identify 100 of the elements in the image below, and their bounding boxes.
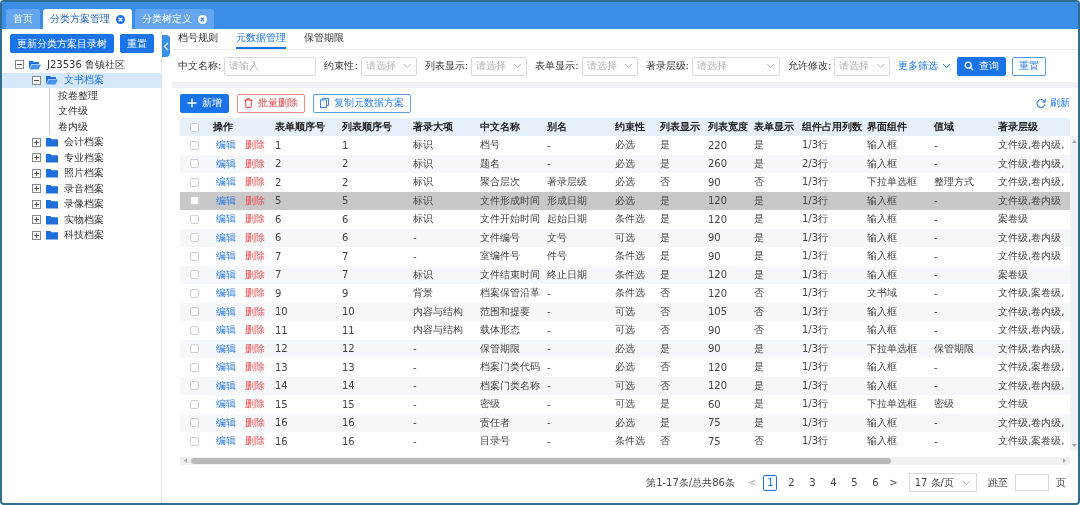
row-checkbox[interactable] xyxy=(190,251,199,261)
tree-item[interactable]: 卷内级 xyxy=(50,119,161,135)
row-checkbox[interactable] xyxy=(190,214,199,224)
collapse-icon[interactable] xyxy=(32,75,41,85)
expand-icon[interactable] xyxy=(32,215,41,225)
delete-link[interactable]: 删除 xyxy=(245,156,265,171)
update-tree-button[interactable]: 更新分类方案目录树 xyxy=(10,34,114,53)
delete-link[interactable]: 删除 xyxy=(245,138,265,153)
copy-scheme-button[interactable]: 复制元数据方案 xyxy=(313,93,411,113)
row-checkbox[interactable] xyxy=(190,233,199,243)
row-checkbox[interactable] xyxy=(190,381,199,391)
edit-link[interactable]: 编辑 xyxy=(216,286,236,301)
scroll-arrow-icon[interactable] xyxy=(1071,139,1077,144)
select-all-checkbox[interactable] xyxy=(190,122,199,132)
tree-item[interactable]: 录像档案 xyxy=(2,196,161,212)
expand-icon[interactable] xyxy=(32,137,41,147)
tree-item[interactable]: 专业档案 xyxy=(2,150,161,166)
edit-link[interactable]: 编辑 xyxy=(216,138,236,153)
row-checkbox[interactable] xyxy=(190,196,199,206)
row-checkbox[interactable] xyxy=(190,344,199,354)
edit-link[interactable]: 编辑 xyxy=(216,415,236,430)
page-button[interactable]: 1 xyxy=(763,474,778,491)
scroll-arrow-icon[interactable] xyxy=(183,458,188,463)
row-checkbox[interactable] xyxy=(190,177,199,187)
page-button[interactable]: 2 xyxy=(784,474,799,491)
row-checkbox[interactable] xyxy=(190,399,199,409)
delete-link[interactable]: 删除 xyxy=(245,341,265,356)
scroll-arrow-icon[interactable] xyxy=(1062,458,1067,463)
delete-link[interactable]: 删除 xyxy=(245,175,265,190)
row-checkbox[interactable] xyxy=(190,436,199,446)
page-button[interactable]: 3 xyxy=(805,474,820,491)
edit-link[interactable]: 编辑 xyxy=(216,156,236,171)
page-input-field[interactable] xyxy=(1015,474,1049,491)
tab[interactable]: 分类方案管理 xyxy=(43,9,132,29)
row-checkbox[interactable] xyxy=(190,288,199,298)
horizontal-scrollbar[interactable] xyxy=(180,456,1070,465)
delete-link[interactable]: 删除 xyxy=(245,397,265,412)
page-button[interactable]: 4 xyxy=(826,474,841,491)
edit-link[interactable]: 编辑 xyxy=(216,323,236,338)
tree-item[interactable]: 文件级 xyxy=(50,103,161,119)
tree-item[interactable]: 照片档案 xyxy=(2,165,161,181)
page-button[interactable]: 6 xyxy=(868,474,883,491)
query-button[interactable]: 查询 xyxy=(957,56,1007,76)
page-size-select[interactable]: 17 条/页 xyxy=(908,473,977,492)
tab[interactable]: 分类树定义 xyxy=(135,9,214,29)
tab[interactable]: 首页 xyxy=(6,9,40,29)
next-page-button[interactable]: > xyxy=(889,477,898,488)
edit-link[interactable]: 编辑 xyxy=(216,175,236,190)
delete-link[interactable]: 删除 xyxy=(245,360,265,375)
add-button[interactable]: 新增 xyxy=(180,93,229,113)
expand-icon[interactable] xyxy=(32,199,41,209)
tree-item[interactable]: 实物档案 xyxy=(2,212,161,228)
delete-link[interactable]: 删除 xyxy=(245,267,265,282)
edit-link[interactable]: 编辑 xyxy=(216,249,236,264)
delete-link[interactable]: 删除 xyxy=(245,212,265,227)
edit-link[interactable]: 编辑 xyxy=(216,378,236,393)
tree-item[interactable]: 科技档案 xyxy=(2,227,161,243)
row-checkbox[interactable] xyxy=(190,270,199,280)
close-icon[interactable] xyxy=(198,14,207,24)
row-checkbox[interactable] xyxy=(190,418,199,428)
delete-link[interactable]: 删除 xyxy=(245,434,265,449)
edit-link[interactable]: 编辑 xyxy=(216,212,236,227)
row-checkbox[interactable] xyxy=(190,307,199,317)
delete-link[interactable]: 删除 xyxy=(245,323,265,338)
edit-link[interactable]: 编辑 xyxy=(216,341,236,356)
delete-link[interactable]: 删除 xyxy=(245,249,265,264)
row-checkbox[interactable] xyxy=(190,140,199,150)
edit-link[interactable]: 编辑 xyxy=(216,397,236,412)
tree-item[interactable]: 按卷整理 xyxy=(50,88,161,104)
edit-link[interactable]: 编辑 xyxy=(216,434,236,449)
edit-link[interactable]: 编辑 xyxy=(216,360,236,375)
reset-button[interactable]: 重置 xyxy=(1012,56,1047,76)
reset-button[interactable]: 重置 xyxy=(120,34,154,53)
close-icon[interactable] xyxy=(116,14,125,24)
edit-link[interactable]: 编辑 xyxy=(216,267,236,282)
delete-link[interactable]: 删除 xyxy=(245,415,265,430)
delete-link[interactable]: 删除 xyxy=(245,304,265,319)
more-filters-link[interactable]: 更多筛选 xyxy=(898,59,952,73)
scroll-arrow-icon[interactable] xyxy=(1071,442,1077,448)
edit-link[interactable]: 编辑 xyxy=(216,193,236,208)
row-checkbox[interactable] xyxy=(190,325,199,335)
row-checkbox[interactable] xyxy=(190,159,199,169)
page-button[interactable]: 5 xyxy=(847,474,862,491)
refresh-link[interactable]: 刷新 xyxy=(1036,96,1070,110)
delete-link[interactable]: 删除 xyxy=(245,378,265,393)
collapse-handle[interactable] xyxy=(162,35,170,57)
tree-item[interactable]: 文书档案 xyxy=(2,72,161,88)
delete-link[interactable]: 删除 xyxy=(245,230,265,245)
expand-icon[interactable] xyxy=(32,230,41,240)
expand-icon[interactable] xyxy=(32,168,41,178)
expand-icon[interactable] xyxy=(32,184,41,194)
batch-delete-button[interactable]: 批量删除 xyxy=(237,93,305,113)
vertical-scrollbar[interactable] xyxy=(1070,136,1078,451)
delete-link[interactable]: 删除 xyxy=(245,286,265,301)
tab[interactable]: 保管期限 xyxy=(304,29,344,49)
tab[interactable]: 档号规则 xyxy=(178,29,218,49)
tree-item[interactable]: J23536 鲁镇社区 xyxy=(2,57,161,73)
edit-link[interactable]: 编辑 xyxy=(216,304,236,319)
previous-page-button[interactable]: < xyxy=(747,477,757,488)
tree-item[interactable]: 会计档案 xyxy=(2,134,161,150)
